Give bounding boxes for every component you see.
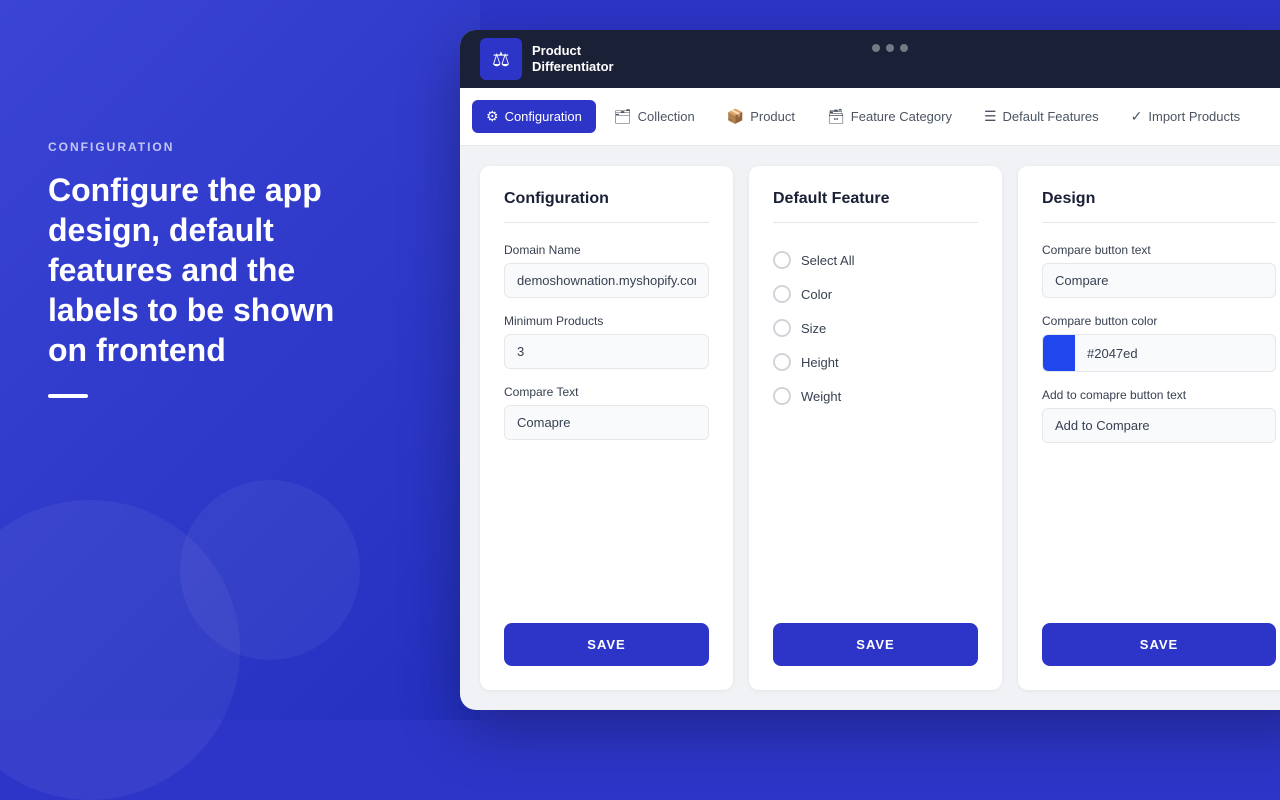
tab-import-products[interactable]: ✓ Import Products [1117,100,1255,133]
checkbox-color-input[interactable] [773,285,791,303]
default-feature-card-title: Default Feature [773,190,978,223]
checkbox-size: Size [773,311,978,345]
add-to-compare-text-input[interactable] [1042,408,1276,443]
checkbox-height: Height [773,345,978,379]
tab-configuration[interactable]: ⚙ Configuration [472,100,596,133]
compare-text-label: Compare Text [504,385,709,399]
dot-1 [872,44,880,52]
color-swatch[interactable] [1043,335,1075,371]
default-feature-card: Default Feature Select All Color Size He… [749,166,1002,690]
app-header: ⚖ Product Differentiator [460,30,1280,88]
color-input-wrapper [1042,334,1276,372]
content-area: Configuration Domain Name Minimum Produc… [460,146,1280,710]
add-to-compare-text-group: Add to comapre button text [1042,388,1276,443]
window-dots [872,44,908,52]
compare-text-input[interactable] [504,405,709,440]
checkbox-select-all: Select All [773,243,978,277]
add-to-compare-text-label: Add to comapre button text [1042,388,1276,402]
checkbox-color: Color [773,277,978,311]
min-products-label: Minimum Products [504,314,709,328]
checkbox-size-input[interactable] [773,319,791,337]
checkbox-weight: Weight [773,379,978,413]
tab-product[interactable]: 📦 Product [713,100,809,133]
configuration-save-button[interactable]: SAVE [504,623,709,666]
checkbox-select-all-label: Select All [801,253,854,268]
divider-line [48,394,88,398]
compare-button-text-group: Compare button text [1042,243,1276,298]
dot-2 [886,44,894,52]
design-card: Design Compare button text Compare butto… [1018,166,1280,690]
logo-icon: ⚖ [480,38,522,80]
nav-tabs: ⚙ Configuration 🗂 Collection 📦 Product 🗃… [460,88,1280,146]
color-hex-input[interactable] [1075,337,1275,370]
section-label: CONFIGURATION [48,140,368,154]
app-logo: ⚖ Product Differentiator [480,38,614,80]
checkbox-weight-input[interactable] [773,387,791,405]
headline-text: Configure the app design, default featur… [48,170,368,370]
tab-default-features[interactable]: ☰ Default Features [970,100,1113,133]
app-container: ⚖ Product Differentiator ⚙ Configuration… [460,30,1280,710]
logo-text: Product Differentiator [532,43,614,74]
import-icon: ✓ [1131,108,1143,125]
default-features-icon: ☰ [984,108,997,125]
compare-button-color-group: Compare button color [1042,314,1276,372]
product-icon: 📦 [727,108,744,125]
design-save-button[interactable]: SAVE [1042,623,1276,666]
tab-collection[interactable]: 🗂 Collection [600,100,709,133]
checkbox-weight-label: Weight [801,389,841,404]
checkbox-color-label: Color [801,287,832,302]
checkbox-height-input[interactable] [773,353,791,371]
min-products-group: Minimum Products [504,314,709,369]
decorative-circle-2 [180,480,360,660]
left-panel: CONFIGURATION Configure the app design, … [48,140,368,398]
configuration-card-title: Configuration [504,190,709,223]
collection-icon: 🗂 [614,108,632,125]
compare-button-text-input[interactable] [1042,263,1276,298]
domain-name-label: Domain Name [504,243,709,257]
feature-category-icon: 🗃 [827,108,845,125]
domain-name-group: Domain Name [504,243,709,298]
checkbox-height-label: Height [801,355,839,370]
checkbox-select-all-input[interactable] [773,251,791,269]
config-icon: ⚙ [486,108,499,125]
configuration-card: Configuration Domain Name Minimum Produc… [480,166,733,690]
min-products-input[interactable] [504,334,709,369]
compare-button-text-label: Compare button text [1042,243,1276,257]
default-feature-save-button[interactable]: SAVE [773,623,978,666]
domain-name-input[interactable] [504,263,709,298]
compare-button-color-label: Compare button color [1042,314,1276,328]
checkbox-size-label: Size [801,321,826,336]
compare-text-group: Compare Text [504,385,709,440]
dot-3 [900,44,908,52]
tab-feature-category[interactable]: 🗃 Feature Category [813,100,966,133]
design-card-title: Design [1042,190,1276,223]
